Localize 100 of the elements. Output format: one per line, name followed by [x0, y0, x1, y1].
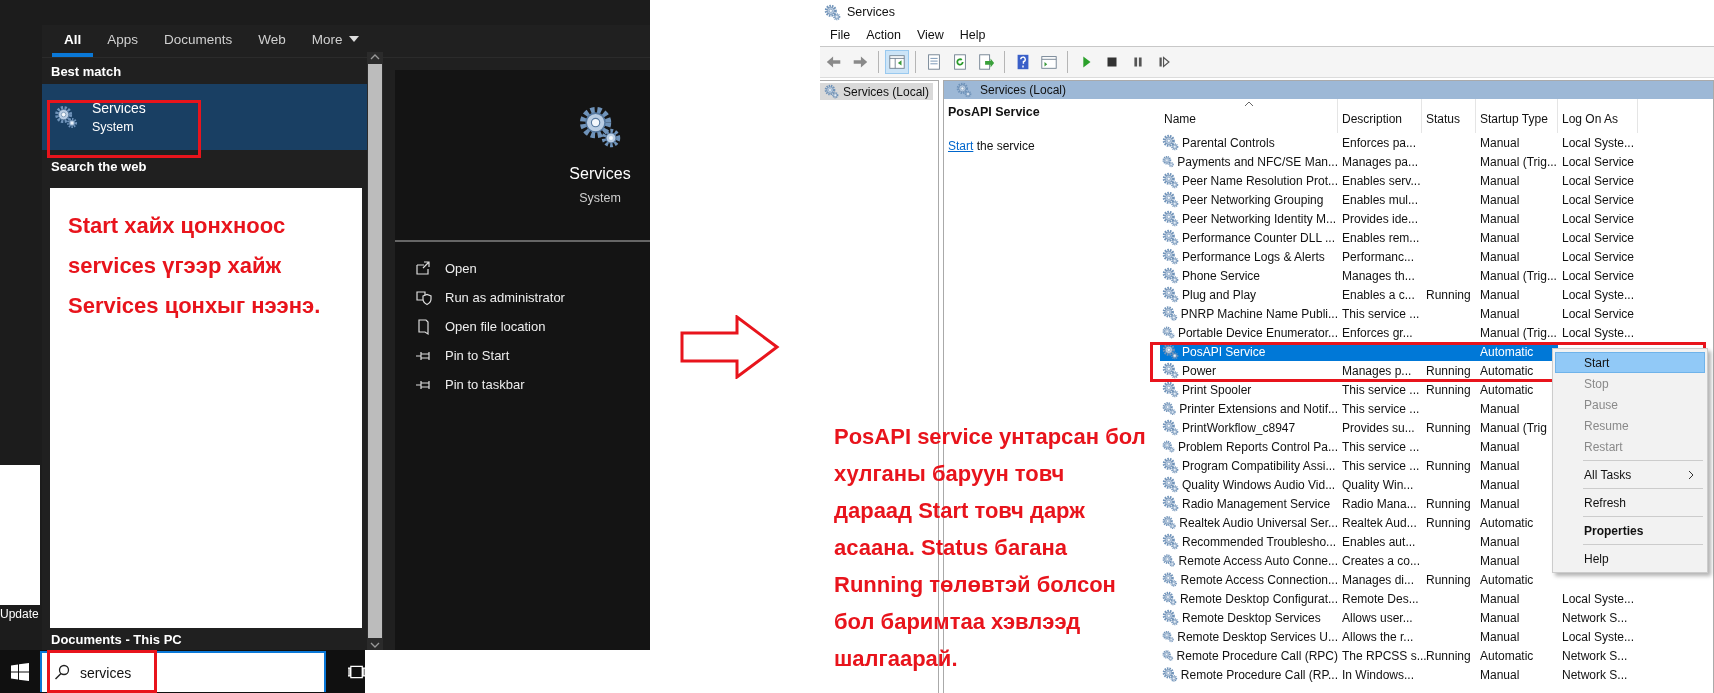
table-cell-text: Allows user...: [1341, 610, 1414, 625]
table-row[interactable]: Phone Service Manages th... Manual (Trig... Local Service: [1160, 266, 1638, 285]
service-gears-icon: [1162, 153, 1175, 170]
table-row[interactable]: PrintWorkflow_c8947 Provides su... Running Manual (Trig: [1160, 418, 1558, 437]
table-cell-text: Manual: [1479, 306, 1521, 321]
table-cell-text: Manual: [1479, 249, 1521, 264]
menu-item[interactable]: Start: [1555, 352, 1705, 373]
table-cell-text: Enables rem...: [1341, 230, 1421, 245]
scroll-down-icon: [369, 640, 381, 650]
table-cell-text: Running: [1425, 496, 1472, 511]
table-cell-text: Local Syste...: [1561, 325, 1636, 340]
service-title: PosAPI Service: [948, 105, 1041, 119]
table-cell-text: Network S...: [1561, 667, 1629, 682]
service-name: PosAPI Service: [1181, 344, 1266, 359]
table-row[interactable]: Performance Logs & Alerts Performanc... Manual Local Service: [1160, 247, 1638, 266]
column-header[interactable]: Status: [1422, 99, 1476, 133]
task-view-icon[interactable]: [347, 663, 365, 680]
section-heading: Best match: [50, 62, 123, 81]
table-cell-text: Running: [1425, 458, 1472, 473]
table-cell-text: Automatic: [1479, 363, 1535, 378]
menu-bar-item[interactable]: File: [822, 28, 859, 42]
table-row[interactable]: Remote Access Connection... Manages di... Running Automatic: [1160, 570, 1558, 589]
search-field[interactable]: services: [39, 651, 326, 692]
service-name: Remote Procedure Call (RPC): [1175, 648, 1338, 663]
table-row[interactable]: Program Compatibility Assi... This service ... Running Manual: [1160, 456, 1558, 475]
table-row[interactable]: Power Manages p... Running Automatic: [1160, 361, 1558, 380]
table-cell-text: Enables a c...: [1341, 287, 1416, 302]
menu-bar-item[interactable]: Action: [858, 28, 909, 42]
table-row[interactable]: Printer Extensions and Notif... This service ... Manual: [1160, 399, 1558, 418]
menu-bar-item[interactable]: View: [908, 28, 952, 42]
table-cell-text: Manual: [1479, 230, 1521, 245]
table-row[interactable]: Payments and NFC/SE Man... Manages pa... Manual (Trig... Local Service: [1160, 152, 1638, 171]
column-header[interactable]: Name: [1160, 99, 1338, 133]
table-cell-text: Local Service: [1561, 249, 1636, 264]
scrollbar[interactable]: [367, 52, 383, 650]
windows-logo-icon[interactable]: [10, 662, 29, 681]
table-row[interactable]: Peer Name Resolution Prot... Enables serv... Manual Local Service: [1160, 171, 1638, 190]
service-gears-icon: [1162, 533, 1179, 550]
table-row[interactable]: Performance Counter DLL ... Enables rem... Manual Local Service: [1160, 228, 1638, 247]
preview-command[interactable]: Run as administrator: [415, 283, 573, 312]
table-row[interactable]: Portable Device Enumerator... Enforces gr... Manual (Trig... Local Syste...: [1160, 323, 1638, 342]
table-cell-text: Remote Des...: [1341, 591, 1420, 606]
table-row[interactable]: Print Spooler This service ... Running Automatic: [1160, 380, 1558, 399]
table-row[interactable]: Problem Reports Control Pa... This service ... Manual: [1160, 437, 1558, 456]
tab[interactable]: All: [52, 25, 94, 57]
preview-command[interactable]: Pin to Start: [415, 341, 518, 370]
start-link[interactable]: Start: [948, 139, 974, 153]
gears-icon: [578, 105, 622, 149]
table-cell-text: Manages p...: [1341, 363, 1413, 378]
table-cell-text: Automatic: [1479, 344, 1535, 359]
tab[interactable]: More: [299, 25, 371, 57]
preview-command[interactable]: Open file location: [415, 312, 554, 341]
table-cell-text: Manual: [1479, 610, 1521, 625]
table-row[interactable]: Remote Access Auto Conne... Creates a co... Manual: [1160, 551, 1558, 570]
menu-item[interactable]: Refresh: [1555, 492, 1705, 513]
table-row[interactable]: Parental Controls Enforces pa... Manual Local Syste...: [1160, 133, 1638, 152]
service-name: PNRP Machine Name Publi...: [1179, 306, 1338, 321]
table-cell-text: Running: [1425, 515, 1472, 530]
service-gears-icon: [1162, 362, 1179, 379]
pane-header-title: Services (Local): [980, 83, 1067, 97]
table-cell-text: Local Syste...: [1561, 629, 1636, 644]
caret-down-icon: [348, 36, 359, 42]
table-row[interactable]: Plug and Play Enables a c... Running Manual Local Syste...: [1160, 285, 1638, 304]
menu-bar-item[interactable]: Help: [951, 28, 994, 42]
table-cell-text: Automatic: [1479, 515, 1535, 530]
result-item[interactable]: Services System: [42, 84, 367, 150]
table-cell-text: Network S...: [1561, 648, 1629, 663]
table-cell-text: Local Service: [1561, 306, 1636, 321]
table-row[interactable]: Peer Networking Grouping Enables mul... Manual Local Service: [1160, 190, 1638, 209]
tab[interactable]: Apps: [95, 25, 151, 57]
service-gears-icon: [1162, 172, 1179, 189]
table-cell-text: Automatic: [1479, 382, 1535, 397]
table-row[interactable]: PNRP Machine Name Publi... This service ... Manual Local Service: [1160, 304, 1638, 323]
table-row[interactable]: Quality Windows Audio Vid... Quality Win... Manual: [1160, 475, 1558, 494]
table-row[interactable]: Realtek Audio Universal Ser... Realtek Aud... Running Automatic: [1160, 513, 1558, 532]
menu-item[interactable]: All Tasks: [1555, 464, 1705, 485]
table-row[interactable]: Remote Procedure Call (RPC) The RPCSS s...Running Automatic Network S...: [1160, 646, 1638, 665]
table-row[interactable]: Remote Desktop Services Allows user... Manual Network S...: [1160, 608, 1638, 627]
service-gears-icon: [1162, 267, 1179, 284]
service-name: Problem Reports Control Pa...: [1176, 439, 1338, 454]
gears-icon: [824, 3, 841, 21]
table-row[interactable]: Remote Desktop Configurat... Remote Des... Manual Local Syste...: [1160, 589, 1638, 608]
table-row[interactable]: Remote Procedure Call (RP... In Windows... Manual Network S...: [1160, 665, 1638, 684]
column-header[interactable]: Startup Type: [1476, 99, 1558, 133]
pane-toggle-icon[interactable]: [885, 50, 909, 74]
table-row[interactable]: Remote Desktop Services U... Allows the r... Manual Local Syste...: [1160, 627, 1638, 646]
table-row[interactable]: Radio Management Service Radio Mana... Running Manual: [1160, 494, 1558, 513]
table-row[interactable]: Recommended Troublesho... Enables aut... Manual: [1160, 532, 1558, 551]
table-row[interactable]: Peer Networking Identity M... Provides ide... Manual Local Service: [1160, 209, 1638, 228]
tab[interactable]: Web: [246, 25, 298, 57]
gears-icon: [824, 84, 839, 99]
tree-item[interactable]: Services (Local): [820, 83, 934, 100]
column-header[interactable]: Log On As: [1558, 99, 1638, 133]
preview-command[interactable]: Open: [415, 254, 485, 283]
menu-item[interactable]: Properties: [1555, 520, 1705, 541]
menu-item[interactable]: Help: [1555, 548, 1705, 569]
preview-command[interactable]: Pin to taskbar: [415, 370, 533, 399]
table-cell-text: Running: [1425, 382, 1472, 397]
tab[interactable]: Documents: [152, 25, 245, 57]
column-header[interactable]: Description: [1338, 99, 1422, 133]
